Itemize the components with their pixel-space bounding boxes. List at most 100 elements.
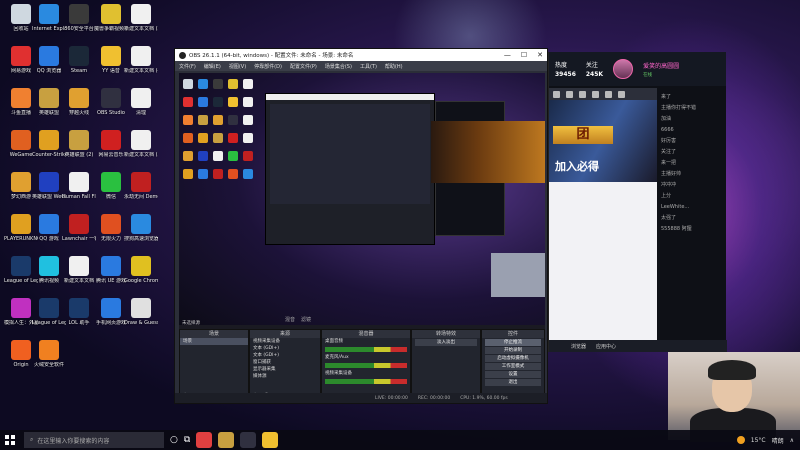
desktop-icon-image bbox=[131, 46, 151, 66]
obs-window[interactable]: OBS 26.1.1 (64-bit, windows) - 配置文件: 未命名… bbox=[174, 48, 548, 404]
desktop-icon[interactable]: 英雄联盟 bbox=[32, 88, 66, 116]
source-item[interactable]: 窗口捕获 bbox=[250, 359, 320, 366]
desktop-icon[interactable]: LOL 助手 bbox=[62, 298, 96, 326]
start-button[interactable] bbox=[0, 430, 20, 450]
source-item[interactable]: 媒体源 bbox=[250, 373, 320, 380]
desktop-icon-image bbox=[11, 46, 31, 66]
desktop-icon[interactable]: Draw & Guess bbox=[124, 298, 158, 326]
desktop-icon[interactable]: 360安全平台 bbox=[62, 4, 96, 32]
taskbar-app-icon[interactable] bbox=[240, 432, 257, 448]
tray-chevron-icon[interactable]: ∧ bbox=[790, 437, 794, 444]
control-button[interactable]: 停止推流 bbox=[485, 339, 541, 346]
desktop-icon[interactable]: OBS Studio bbox=[94, 88, 128, 116]
menu-item[interactable]: 工具(T) bbox=[360, 63, 377, 70]
desktop-icon[interactable]: 清理 bbox=[124, 88, 158, 116]
desktop-icon[interactable]: 英雄联盟 WeGame版 bbox=[32, 172, 66, 200]
close-button[interactable]: ✕ bbox=[537, 51, 543, 59]
desktop-icon[interactable]: 火绒安全软件 bbox=[32, 340, 66, 368]
stat-heat: 热度 39456 bbox=[555, 62, 576, 78]
desktop-icon[interactable]: 新建文本文档 bbox=[62, 256, 96, 284]
game-icon[interactable] bbox=[579, 90, 586, 98]
desktop-icon[interactable]: 新建文本文档 (4) bbox=[124, 46, 158, 74]
desktop-icon[interactable]: 腾讯 UE 游戏 bbox=[94, 256, 128, 284]
desktop-icon-image bbox=[131, 130, 151, 150]
menu-item[interactable]: 停靠部件(D) bbox=[254, 63, 282, 70]
desktop-icon[interactable]: 搜狗高速浏览器 bbox=[124, 214, 158, 242]
windows-logo-icon bbox=[5, 435, 15, 445]
source-item[interactable]: 显示器采集 bbox=[250, 366, 320, 373]
weather-temp[interactable]: 15°C bbox=[751, 437, 766, 444]
desktop-icon-label: 火绒安全软件 bbox=[33, 362, 64, 368]
control-button[interactable]: 设置 bbox=[485, 371, 541, 378]
source-item[interactable]: 文本 (GDI+) bbox=[250, 352, 320, 359]
preview-icon bbox=[198, 79, 208, 89]
desktop-icon[interactable]: League of Legends (2) bbox=[32, 298, 66, 326]
taskbar-app-icon[interactable] bbox=[218, 432, 235, 448]
browser-link[interactable]: 浏览器 bbox=[571, 343, 586, 350]
source-item[interactable]: 文本 (GDI+) bbox=[250, 345, 320, 352]
restore-icon[interactable] bbox=[605, 90, 612, 98]
desktop-icon[interactable]: 网易云音乐 bbox=[94, 130, 128, 158]
minimize-button[interactable]: — bbox=[504, 51, 511, 59]
menu-item[interactable]: 视图(V) bbox=[229, 63, 246, 70]
desktop-icon[interactable]: Lawnchair 一铁网游 (2) bbox=[62, 214, 96, 242]
desktop-icon-image bbox=[131, 214, 151, 234]
desktop-icon[interactable]: 腾讯视频 bbox=[32, 256, 66, 284]
desktop-icon[interactable]: QQ 游戏 bbox=[32, 214, 66, 242]
desktop-icon[interactable]: 手机网页游戏 bbox=[94, 298, 128, 326]
desktop-icon[interactable]: Steam bbox=[62, 46, 96, 74]
search-box[interactable]: ⌕ 在这里输入你要搜索的内容 bbox=[24, 432, 164, 448]
desktop-icon[interactable]: 穿越火线 bbox=[62, 88, 96, 116]
desktop-icon-label: 新建文本文档 (2) bbox=[124, 26, 158, 32]
desktop-icon-label: LOL 助手 bbox=[68, 320, 90, 326]
control-button[interactable]: 工作室模式 bbox=[485, 363, 541, 370]
desktop-icon-label: Human Fall Flat bbox=[62, 194, 96, 200]
menu-item[interactable]: 文件(F) bbox=[179, 63, 196, 70]
desktop-icon[interactable]: Counter-Strike Global Off... bbox=[32, 130, 66, 158]
scene-item[interactable]: 场景 bbox=[180, 338, 248, 345]
source-item[interactable]: 视频采集设备 bbox=[250, 338, 320, 345]
taskbar-app-icon[interactable] bbox=[262, 432, 279, 448]
desktop-icon[interactable]: Google Chrome bbox=[124, 256, 158, 284]
close-icon[interactable] bbox=[618, 90, 625, 98]
app-center-link[interactable]: 应用中心 bbox=[596, 343, 616, 350]
desktop-icon[interactable]: 新建文本文档 (5) bbox=[124, 130, 158, 158]
desktop-icon[interactable]: 新建文本文档 (2) bbox=[124, 4, 158, 32]
desktop-icon[interactable]: 无限火力 bbox=[94, 214, 128, 242]
menu-item[interactable]: 配置文件(P) bbox=[290, 63, 317, 70]
control-button[interactable]: 启动虚拟摄像机 bbox=[485, 355, 541, 362]
maximize-button[interactable]: ☐ bbox=[521, 51, 527, 59]
desktop-icon[interactable]: QQ 浏览器 bbox=[32, 46, 66, 74]
cortana-icon[interactable]: ○ bbox=[170, 435, 178, 445]
streamer-avatar[interactable] bbox=[613, 59, 634, 79]
desktop-icon[interactable]: 微信 bbox=[94, 172, 128, 200]
desktop-icon[interactable]: 英雄联盟 (2) bbox=[62, 130, 96, 158]
menu-item[interactable]: 帮助(H) bbox=[385, 63, 403, 70]
tab-filters[interactable]: 滤镜 bbox=[301, 316, 311, 323]
tab-mixer[interactable]: 混音 bbox=[285, 316, 295, 323]
desktop-icon[interactable]: 魔兽争霸视频 无敌 3 11... bbox=[94, 4, 128, 32]
desktop-icon-image bbox=[101, 256, 121, 276]
control-button[interactable]: 开始录制 bbox=[485, 347, 541, 354]
home-icon[interactable] bbox=[553, 90, 560, 98]
obs-preview-canvas[interactable] bbox=[179, 73, 545, 335]
transition-select[interactable]: 淡入淡出 bbox=[415, 339, 477, 346]
desktop-icon-image bbox=[11, 340, 31, 360]
control-button[interactable]: 退出 bbox=[485, 379, 541, 386]
menu-item[interactable]: 编辑(E) bbox=[204, 63, 221, 70]
desktop-icon[interactable]: YY 语音 bbox=[94, 46, 128, 74]
embedded-browser[interactable]: 团 加入必得 bbox=[549, 88, 657, 346]
menu-item[interactable]: 场景集合(S) bbox=[325, 63, 352, 70]
desktop-icon-image bbox=[131, 88, 151, 108]
desktop-icon[interactable]: 永劫无间 Demo bbox=[124, 172, 158, 200]
obs-titlebar[interactable]: OBS 26.1.1 (64-bit, windows) - 配置文件: 未命名… bbox=[175, 49, 547, 61]
status-item: CPU: 1.9%, 60.00 fps bbox=[460, 395, 508, 401]
preview-icon bbox=[198, 115, 208, 125]
desktop-icon[interactable]: Internet Explorer bbox=[32, 4, 66, 32]
taskbar-app-icon[interactable] bbox=[196, 432, 213, 448]
tabs-icon[interactable] bbox=[566, 90, 573, 98]
minimize-icon[interactable] bbox=[592, 90, 599, 98]
desktop-icon-image bbox=[39, 172, 59, 192]
mixer-meter bbox=[325, 363, 407, 368]
desktop-icon[interactable]: Human Fall Flat bbox=[62, 172, 96, 200]
